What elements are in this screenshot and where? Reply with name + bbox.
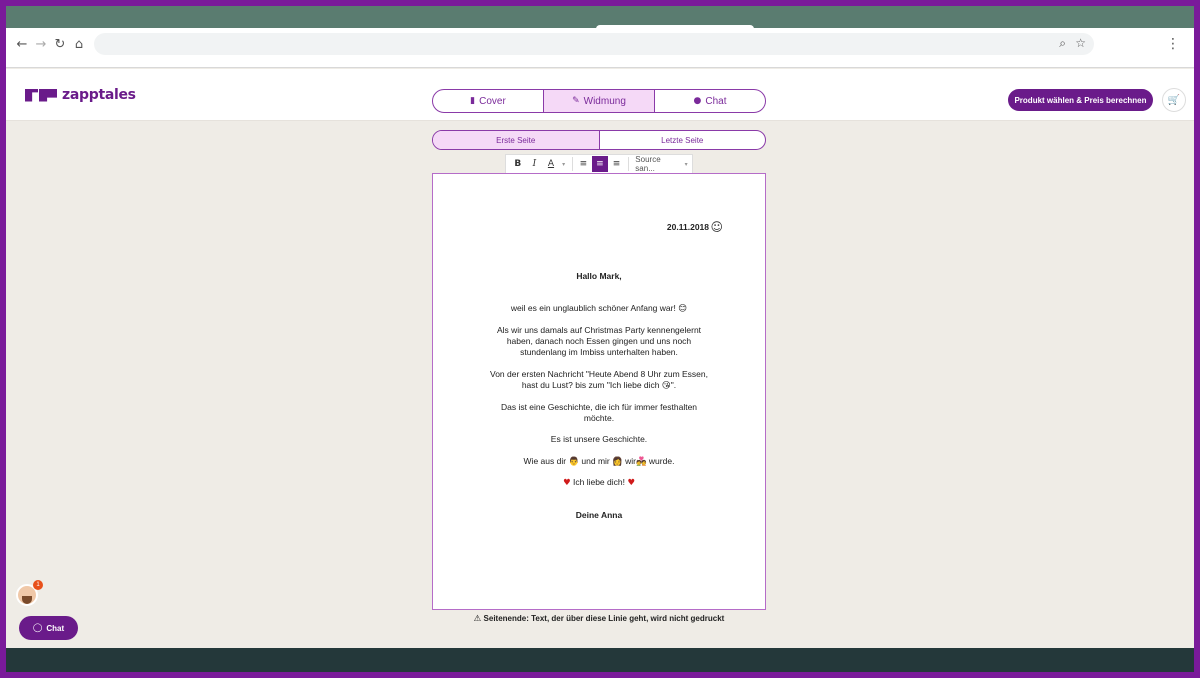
smile-emoji-icon: 😊 bbox=[678, 304, 688, 314]
browser-toolbar: ← → ↻ ⌂ ⌕ ☆ ⋮ bbox=[6, 28, 1194, 68]
letter-line: Es ist unsere Geschichte. bbox=[550, 434, 648, 444]
woman-emoji-icon: 👩 bbox=[612, 457, 623, 467]
cart-icon: 🛒 bbox=[1167, 94, 1181, 106]
logo-text: zapptales bbox=[62, 87, 136, 103]
letter-paragraph: Als wir uns damals auf Christmas Party k… bbox=[496, 325, 702, 357]
tab-widmung[interactable]: ✎ Widmung bbox=[544, 90, 655, 112]
zoom-icon[interactable]: ⌕ bbox=[1059, 36, 1066, 51]
warning-icon: ⚠ bbox=[473, 614, 482, 624]
kiss-emoji-icon: 😘 bbox=[661, 381, 671, 391]
chat-icon: ● bbox=[693, 96, 702, 106]
bottom-bar bbox=[6, 648, 1194, 672]
back-icon[interactable]: ← bbox=[14, 37, 30, 53]
man-emoji-icon: 👨 bbox=[568, 457, 580, 467]
letter-line: weil es ein unglaublich schöner Anfang w… bbox=[510, 303, 688, 314]
align-left-icon[interactable]: ≡ bbox=[576, 156, 592, 172]
forward-icon[interactable]: → bbox=[33, 37, 49, 53]
title-bar bbox=[6, 6, 1194, 31]
notification-badge: 1 bbox=[33, 580, 43, 590]
font-chevron-icon[interactable]: ▾ bbox=[681, 156, 691, 172]
letter-line: ♥ Ich liebe dich! ♥ bbox=[563, 477, 635, 488]
tab-chat-label: Chat bbox=[705, 95, 727, 107]
letter-greeting: Hallo Mark, bbox=[576, 271, 622, 281]
align-center-icon[interactable]: ≡ bbox=[592, 156, 608, 172]
letter-date[interactable]: 20.11.2018 bbox=[667, 222, 709, 232]
reload-icon[interactable]: ↻ bbox=[52, 37, 68, 53]
choose-product-button[interactable]: Produkt wählen & Preis berechnen bbox=[1008, 89, 1153, 111]
letter-paragraph: Von der ersten Nachricht "Heute Abend 8 … bbox=[490, 369, 708, 391]
format-toolbar: B I A ▾ ≡ ≡ ≡ Source san... ▾ bbox=[505, 154, 693, 174]
letter-paragraph: Das ist eine Geschichte, die ich für imm… bbox=[500, 402, 698, 423]
tab-cover[interactable]: ▮ Cover bbox=[433, 90, 544, 112]
font-select[interactable]: Source san... bbox=[635, 155, 681, 173]
heart-icon: ♥ bbox=[563, 478, 571, 488]
tab-widmung-label: Widmung bbox=[583, 95, 626, 107]
tab-cover-label: Cover bbox=[479, 95, 506, 107]
tab-last-page[interactable]: Letzte Seite bbox=[600, 131, 766, 149]
mode-tabs: ▮ Cover ✎ Widmung ● Chat bbox=[432, 89, 766, 113]
page-tabs: Erste Seite Letzte Seite bbox=[432, 130, 766, 150]
bold-icon[interactable]: B bbox=[510, 156, 526, 172]
edit-icon: ✎ bbox=[572, 96, 580, 106]
couple-emoji-icon: 💑 bbox=[635, 457, 647, 467]
app-header: zapptales ▮ Cover ✎ Widmung ● Chat Produ… bbox=[6, 69, 1194, 121]
heart-icon: ♥ bbox=[627, 478, 635, 488]
tab-first-page[interactable]: Erste Seite bbox=[433, 131, 600, 149]
align-right-icon[interactable]: ≡ bbox=[609, 156, 625, 172]
chat-bubble-icon: ◯ bbox=[32, 623, 43, 633]
letter-line: Wie aus dir 👨 und mir 👩 wir💑 wurde. bbox=[523, 456, 675, 467]
tab-chat[interactable]: ● Chat bbox=[655, 90, 765, 112]
menu-icon[interactable]: ⋮ bbox=[1166, 36, 1180, 52]
italic-icon[interactable]: I bbox=[527, 156, 543, 172]
page-end-note: ⚠ Seitenende: Text, der über diese Linie… bbox=[473, 614, 725, 624]
text-color-icon[interactable]: A bbox=[543, 156, 559, 172]
star-icon[interactable]: ☆ bbox=[1075, 36, 1086, 50]
logo-mark-icon bbox=[25, 88, 57, 102]
cart-button[interactable]: 🛒 bbox=[1162, 88, 1186, 112]
letter-signature: Deine Anna bbox=[575, 510, 623, 520]
logo[interactable]: zapptales bbox=[25, 87, 136, 103]
dedication-page[interactable]: 20.11.2018 ☺ Hallo Mark, weil es ein ung… bbox=[432, 173, 766, 610]
address-bar[interactable]: ⌕ ☆ bbox=[94, 33, 1094, 55]
chat-button[interactable]: ◯ Chat bbox=[19, 616, 78, 640]
book-icon: ▮ bbox=[470, 96, 476, 106]
emoji-picker-icon[interactable]: ☺ bbox=[710, 220, 723, 234]
home-icon[interactable]: ⌂ bbox=[71, 37, 87, 53]
browser-window: ← → ↻ ⌂ ⌕ ☆ ⋮ zapptales ▮ Cover ✎ Widmun… bbox=[6, 6, 1194, 672]
chevron-down-icon[interactable]: ▾ bbox=[560, 156, 568, 172]
